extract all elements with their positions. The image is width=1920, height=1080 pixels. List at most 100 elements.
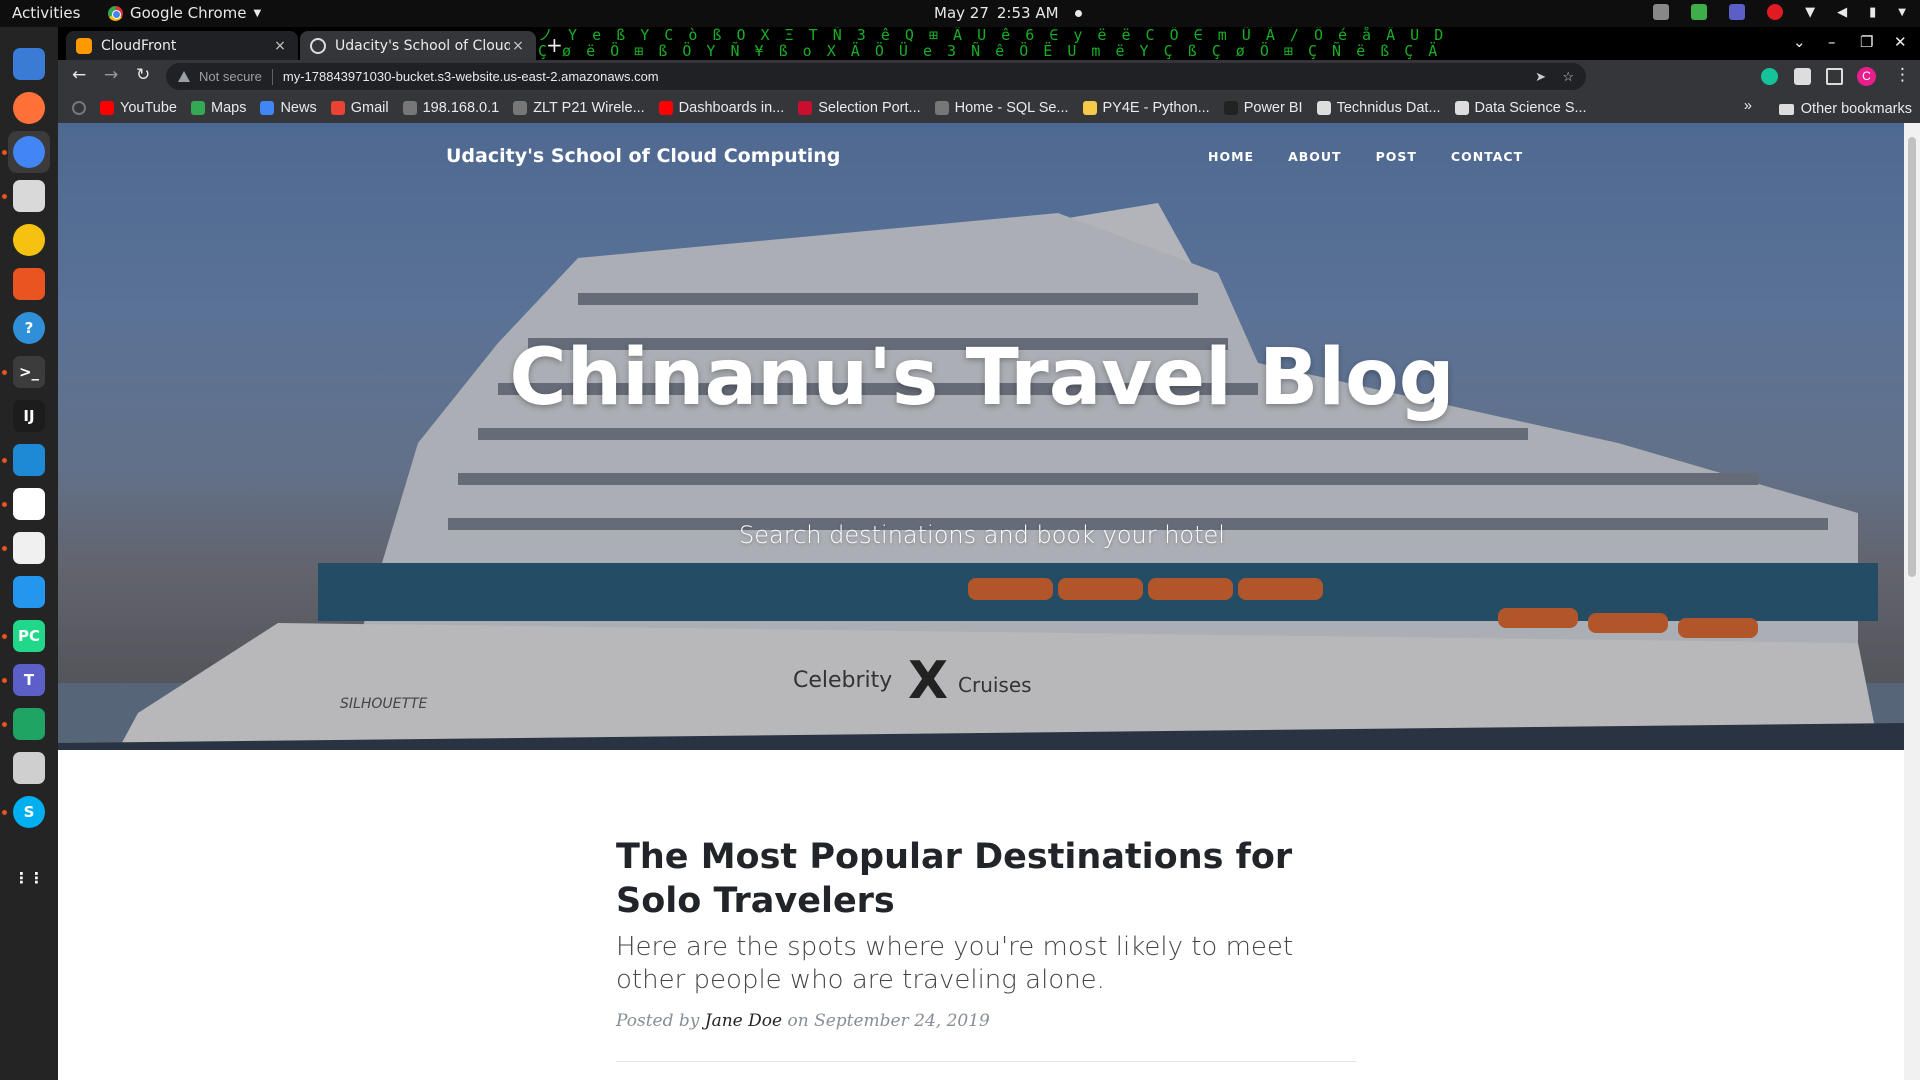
dock-slack[interactable] [8, 483, 50, 525]
dock-terminal[interactable]: >_ [8, 351, 50, 393]
close-tab-icon[interactable]: × [272, 38, 288, 54]
post-title-link[interactable]: The Most Popular Destinations for Solo T… [616, 835, 1356, 923]
bookmark-item[interactable]: YouTube [100, 100, 177, 116]
running-indicator-icon [2, 502, 7, 507]
dock-vscode[interactable] [8, 439, 50, 481]
other-bookmarks-folder[interactable]: Other bookmarks [1778, 101, 1912, 117]
bookmark-item[interactable]: 198.168.0.1 [402, 100, 499, 116]
page-scrollbar[interactable] [1904, 123, 1920, 1080]
bookmark-item[interactable]: Technidus Dat... [1316, 100, 1441, 116]
dock-usb[interactable] [8, 747, 50, 789]
chrome-icon [13, 136, 45, 168]
more-bookmarks-button[interactable]: » [1744, 98, 1752, 114]
files-icon [13, 180, 45, 212]
caret-down-icon: ▼ [253, 7, 262, 19]
app-menu[interactable]: Google Chrome ▼ [108, 4, 261, 22]
reload-icon[interactable]: ↻ [136, 65, 150, 85]
apps-icon[interactable] [72, 101, 86, 115]
bookmark-item[interactable]: Gmail [330, 100, 389, 116]
bookmark-item[interactable]: Data Science S... [1454, 100, 1587, 116]
minimize-icon[interactable]: – [1828, 33, 1836, 51]
power-menu-icon[interactable]: ▼ [1898, 7, 1906, 18]
dock: ? >_ IJ PC T S ⋮⋮ [0, 27, 58, 1080]
firefox-icon [13, 92, 45, 124]
other-bookmarks-label: Other bookmarks [1800, 101, 1912, 117]
send-tab-icon[interactable]: ➤ [1535, 69, 1546, 85]
nav-post-link[interactable]: POST [1376, 149, 1417, 164]
side-panel-icon[interactable] [1826, 68, 1843, 85]
browser-toolbar: ← → ↻ Not secure my-178843971030-bucket.… [58, 60, 1920, 93]
nav-contact-link[interactable]: CONTACT [1451, 149, 1523, 164]
bookmark-favicon-icon [798, 101, 813, 115]
url-text[interactable]: my-178843971030-bucket.s3-website.us-eas… [283, 69, 659, 84]
dock-skype[interactable]: S [8, 791, 50, 833]
new-tab-button[interactable]: + [546, 33, 563, 57]
battery-icon[interactable]: ▮ [1869, 5, 1876, 20]
dock-teams[interactable]: T [8, 659, 50, 701]
bookmark-favicon-icon [402, 101, 417, 115]
bookmark-item[interactable]: Home - SQL Se... [934, 100, 1069, 116]
posted-by-label: Posted by [616, 1011, 700, 1031]
system-tray[interactable]: ▼ ◀ ▮ ▼ [1653, 4, 1906, 20]
dock-files[interactable] [8, 175, 50, 217]
dock-app-grid[interactable]: ⋮⋮ [8, 857, 50, 899]
grammarly-icon[interactable] [1761, 68, 1778, 85]
restore-icon[interactable]: ❐ [1860, 33, 1873, 51]
activities-button[interactable]: Activities [12, 4, 80, 22]
tab-strip: ノ Y e ß Y C ò ß O X Ξ T Ñ 3 ê Q ⊞ Ä U ê … [58, 27, 1920, 60]
tab-title: CloudFront [101, 37, 177, 54]
teams-tray-icon[interactable] [1729, 4, 1746, 20]
dock-rhythmbox[interactable] [8, 219, 50, 261]
address-bar[interactable]: Not secure my-178843971030-bucket.s3-web… [166, 63, 1586, 90]
post-author-link[interactable]: Jane Doe [705, 1011, 782, 1031]
not-secure-label[interactable]: Not secure [199, 69, 262, 84]
scrollbar-thumb[interactable] [1908, 137, 1916, 577]
dock-firefox[interactable] [8, 87, 50, 129]
close-window-icon[interactable]: ✕ [1894, 33, 1907, 51]
site-brand-link[interactable]: Udacity's School of Cloud Computing [446, 145, 840, 167]
dock-chrome[interactable] [8, 131, 50, 173]
nav-about-link[interactable]: ABOUT [1288, 149, 1342, 164]
shield-tray-icon[interactable] [1691, 4, 1708, 20]
profile-avatar[interactable]: C [1857, 67, 1876, 86]
bookmark-item[interactable]: News [260, 100, 317, 116]
volume-icon[interactable]: ◀ [1837, 5, 1847, 20]
bookmark-item[interactable]: Dashboards in... [658, 100, 784, 116]
bookmark-item[interactable]: ZLT P21 Wirele... [513, 100, 645, 116]
bookmark-item[interactable]: Maps [190, 100, 246, 116]
dock-text-editor[interactable] [8, 527, 50, 569]
close-tab-icon[interactable]: × [510, 38, 526, 54]
extensions-puzzle-icon[interactable] [1794, 68, 1811, 85]
slack-tray-icon[interactable] [1653, 4, 1670, 20]
clock[interactable]: May 27 2:53 AM [934, 4, 1082, 22]
forward-icon[interactable]: → [104, 65, 118, 85]
bookmark-item[interactable]: PY4E - Python... [1082, 100, 1210, 116]
bookmark-star-icon[interactable]: ☆ [1562, 69, 1574, 85]
back-icon[interactable]: ← [72, 65, 86, 85]
dock-software[interactable] [8, 263, 50, 305]
bookmark-item[interactable]: Selection Port... [798, 100, 921, 116]
tab-cloudfront[interactable]: CloudFront × [66, 31, 298, 60]
dock-intellij[interactable]: IJ [8, 395, 50, 437]
post-preview[interactable]: The Most Popular Destinations for Solo T… [616, 835, 1356, 1062]
divider [271, 68, 273, 85]
dock-help[interactable]: ? [8, 307, 50, 349]
nav-home-link[interactable]: HOME [1208, 149, 1254, 164]
running-indicator-icon [2, 546, 7, 551]
kebab-menu-icon[interactable]: ⋮ [1894, 65, 1911, 85]
wifi-icon[interactable]: ▼ [1805, 5, 1815, 20]
warning-icon [178, 71, 190, 82]
tab-udacity[interactable]: Udacity's School of Cloud × [300, 31, 536, 60]
do-not-disturb-icon[interactable] [1767, 4, 1784, 20]
slack-icon [13, 488, 45, 520]
dock-pycharm[interactable]: PC [8, 615, 50, 657]
dock-thunderbird[interactable] [8, 43, 50, 85]
tab-search-icon[interactable]: ⌄ [1793, 33, 1806, 51]
dock-sheets[interactable] [8, 703, 50, 745]
running-indicator-icon [2, 370, 7, 375]
bookmark-label: YouTube [120, 100, 177, 116]
bookmark-item[interactable]: Power BI [1223, 100, 1303, 116]
bookmark-favicon-icon [330, 101, 345, 115]
dock-docker[interactable] [8, 571, 50, 613]
post-subtitle[interactable]: Here are the spots where you're most lik… [616, 931, 1356, 997]
